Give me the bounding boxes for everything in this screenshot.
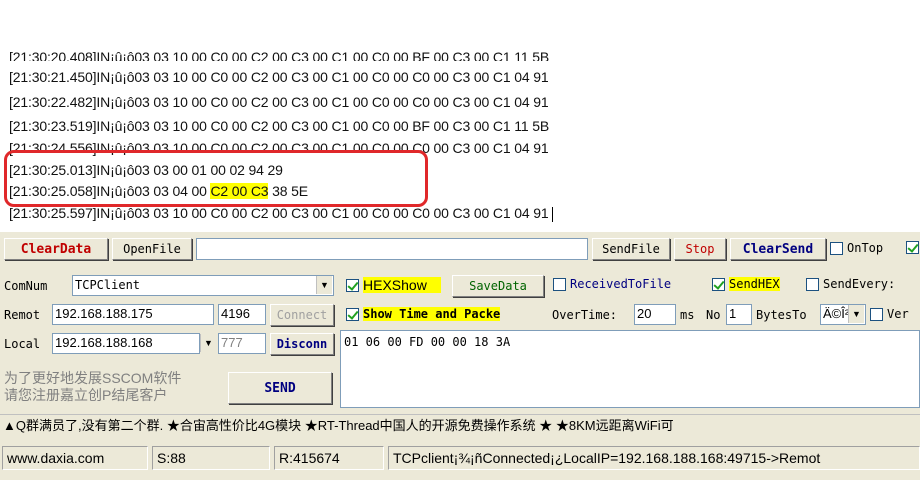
no-label: No [706,308,721,322]
no-input[interactable]: 1 [726,304,752,325]
bytes-to-label: BytesTo [756,308,807,322]
com-num-select[interactable]: TCPClient [72,275,334,296]
chevron-down-icon[interactable]: ▼ [848,305,864,323]
local-label: Local [4,337,41,351]
on-top-label: OnTop [847,241,884,255]
received-to-file-checkbox[interactable]: ReceivedToFile [553,277,671,291]
local-port-input[interactable]: 777 [218,333,266,354]
promo-line-2: 请您注册嘉立创P结尾客户 [4,387,168,403]
hex-show-checkbox-box[interactable] [346,278,359,292]
ver-checkbox-box[interactable] [870,307,883,321]
status-connection-info: TCPclient¡¾¡ñConnected¡¿LocalIP=192.168.… [388,446,920,470]
send-file-button[interactable]: SendFile [592,238,670,260]
send-button[interactable]: SEND [228,372,332,404]
remote-label: Remot [4,308,41,322]
show-time-label: Show Time and Packe [363,307,501,321]
remote-port-input[interactable]: 4196 [218,304,266,325]
promo-text[interactable]: 为了更好地发展SSCOM软件 请您注册嘉立创P结尾客户 [4,370,181,404]
disconnect-button[interactable]: Disconn [270,333,334,355]
on-top-checkbox-box[interactable] [830,241,843,255]
clear-data-button[interactable]: ClearData [4,238,108,260]
connect-button[interactable]: Connect [270,304,334,326]
log-line: [21:30:23.519]IN¡û¡ô03 03 10 00 C0 00 C2… [9,118,550,134]
extra-checkbox-box[interactable] [906,241,919,254]
news-ticker[interactable]: ▲Q群满员了,没有第二个群. ★合宙高性价比4G模块 ★RT-Thread中国人… [0,414,920,436]
control-panel: ClearData OpenFile SendFile Stop ClearSe… [0,232,920,480]
text-caret [551,206,553,222]
send-hex-checkbox-box[interactable] [712,277,725,291]
log-line: [21:30:20.408]IN¡û¡ô03 03 10 00 C0 00 C2… [9,49,550,61]
received-to-file-label: ReceivedToFile [570,277,672,291]
com-num-label: ComNum [4,279,48,293]
overtime-label: OverTime: [552,308,618,322]
annotation-red-box [4,150,428,207]
stop-button[interactable]: Stop [674,238,726,260]
save-data-button[interactable]: SaveData [452,275,544,297]
received-to-file-checkbox-box[interactable] [553,277,566,291]
show-time-checkbox[interactable]: Show Time and Packe [346,307,501,321]
send-hex-label: SendHEX [729,277,780,291]
remote-ip-input[interactable]: 192.168.188.175 [52,304,214,325]
send-hex-checkbox[interactable]: SendHEX [712,277,780,291]
show-time-checkbox-box[interactable] [346,307,359,321]
log-line-text: [21:30:25.597]IN¡û¡ô03 03 10 00 C0 00 C2… [9,205,549,221]
open-file-button[interactable]: OpenFile [112,238,192,260]
send-every-checkbox[interactable]: SendEvery: [806,277,895,291]
send-every-checkbox-box[interactable] [806,277,819,291]
log-line: [21:30:21.450]IN¡û¡ô03 03 10 00 C0 00 C2… [9,69,549,85]
chevron-down-icon[interactable]: ▼ [200,334,216,352]
hex-show-label: HEXShow [363,277,441,293]
send-every-label: SendEvery: [823,277,896,291]
promo-line-1: 为了更好地发展SSCOM软件 [4,370,182,386]
log-line: [21:30:22.482]IN¡û¡ô03 03 10 00 C0 00 C2… [9,94,549,110]
local-ip-select[interactable]: 192.168.188.168 [52,333,200,354]
overtime-input[interactable]: 20 [634,304,676,325]
extra-checkbox[interactable] [906,241,920,254]
status-sent-count: S:88 [152,446,270,470]
status-website: www.daxia.com [2,446,148,470]
ver-checkbox[interactable]: Ver [870,307,909,321]
ver-label: Ver [887,307,909,321]
ms-label: ms [680,308,695,322]
log-line: [21:30:25.597]IN¡û¡ô03 03 10 00 C0 00 C2… [9,205,553,222]
clear-send-button[interactable]: ClearSend [730,238,826,260]
receive-log-area[interactable]: [21:30:20.408]IN¡û¡ô03 03 10 00 C0 00 C2… [0,0,920,232]
send-input[interactable]: 01 06 00 FD 00 00 18 3A [340,330,920,408]
on-top-checkbox[interactable]: OnTop [830,241,883,255]
file-path-input[interactable] [196,238,588,260]
hex-show-checkbox[interactable]: HEXShow [346,277,441,293]
chevron-down-icon[interactable]: ▼ [316,276,332,294]
status-received-count: R:415674 [274,446,384,470]
